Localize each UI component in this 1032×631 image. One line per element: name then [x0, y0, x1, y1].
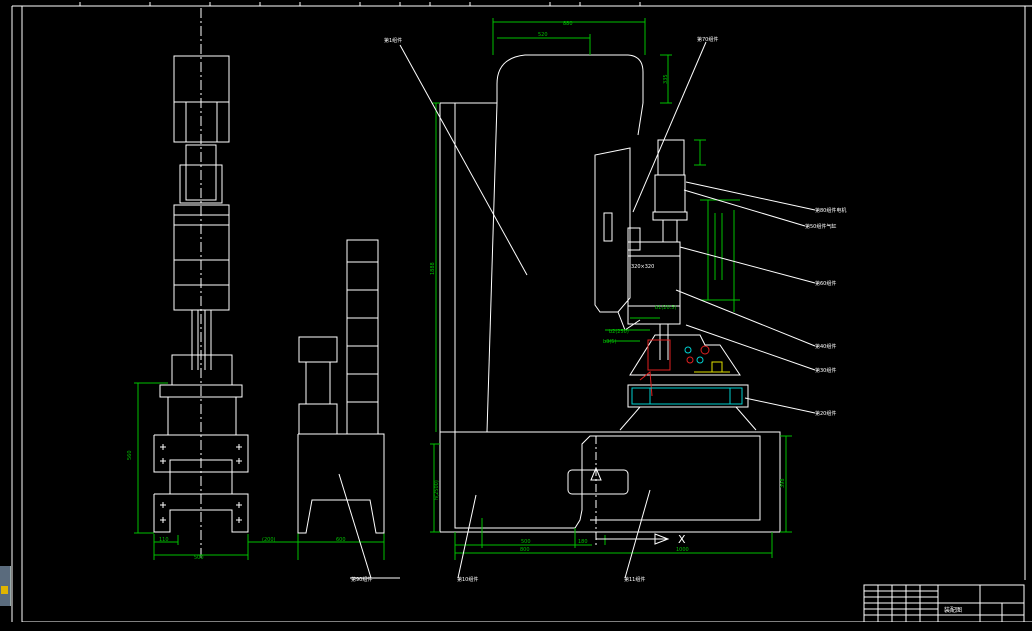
label-clamp: 第30组件 [815, 367, 836, 374]
label-side-unit: 第90组件 [351, 576, 372, 583]
dim-left-side: (200) [262, 537, 275, 543]
label-base: 第11组件 [624, 576, 645, 583]
dim-mid-width: 600 [336, 537, 346, 543]
leader-lines [399, 41, 816, 579]
x-axis-marker [590, 466, 670, 545]
main-front-view [439, 54, 781, 548]
label-spindle: 第70组件 [697, 36, 718, 43]
dim-top-total: 880 [563, 21, 573, 27]
cad-drawing-canvas[interactable]: 560 500 110 (200) 600 第90组件 880 520 335 … [0, 0, 1032, 627]
label-reducer: 第60组件 [815, 280, 836, 287]
dim-bottom-b: 180 [578, 539, 588, 545]
dim-offset-a: b1(20.5) [655, 305, 676, 311]
dim-top-inner: 520 [538, 32, 548, 38]
x-axis-label: X [678, 533, 686, 546]
label-motor: 第80组件电机 [815, 207, 846, 214]
dim-base-height: h(2500) [434, 480, 440, 500]
label-spindle-box: 320×320 [631, 264, 654, 270]
drawing-svg: 560 500 110 (200) 600 第90组件 880 520 335 … [11, 2, 1032, 627]
dim-bottom-total-right: 1000 [676, 547, 689, 553]
bottom-edge [0, 622, 1032, 627]
dim-offset-c: b3(5) [603, 339, 616, 345]
main-detail-yellow [694, 361, 730, 373]
side-unit [297, 239, 385, 534]
dim-left-height: 560 [127, 450, 133, 460]
label-fixture: 第20组件 [815, 410, 836, 417]
layer-color-icon [1, 586, 8, 594]
label-cylinder: 第50组件气缸 [805, 223, 836, 230]
label-table: 第10组件 [457, 576, 478, 583]
dim-head-height: 335 [663, 74, 669, 84]
label-head: 第40组件 [815, 343, 836, 350]
dim-left-sub: 110 [159, 537, 169, 543]
title-block [863, 584, 1025, 623]
title-block-label: 装配图 [944, 606, 962, 614]
dim-left-width: 500 [194, 555, 204, 561]
label-column: 第1组件 [384, 37, 402, 44]
left-side-view [153, 8, 249, 560]
side-toolbar-widget[interactable] [0, 566, 11, 606]
dim-overall-height: 1888 [430, 262, 436, 275]
dim-right-height: 398 [780, 478, 786, 488]
main-dimensions [430, 18, 792, 560]
dim-offset-b: b2(250) [609, 329, 629, 335]
dim-bottom-total-left: 800 [520, 547, 530, 553]
dim-bottom-a: 500 [521, 539, 531, 545]
